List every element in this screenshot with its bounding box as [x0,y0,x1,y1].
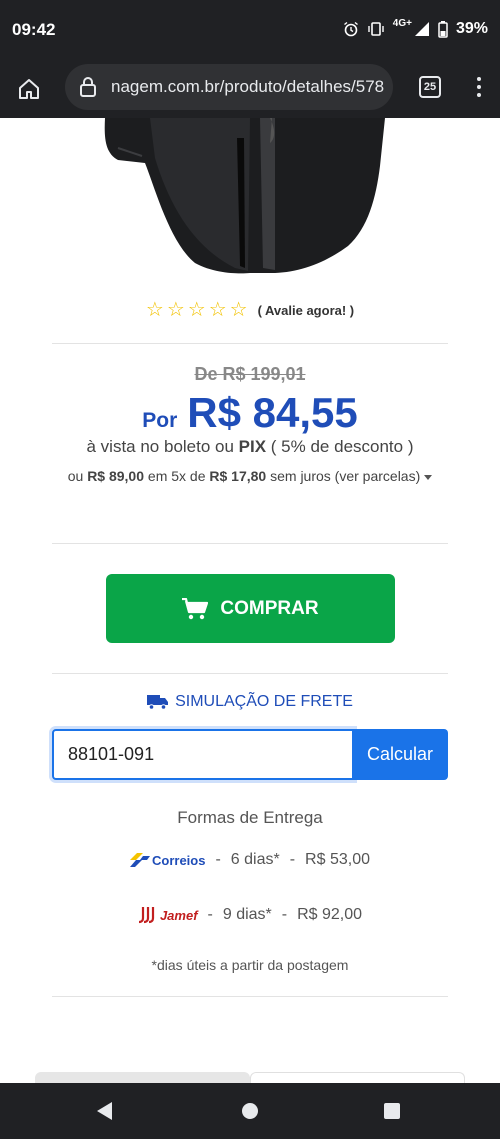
delivery-days: 6 dias* [230,851,280,868]
rate-now-link[interactable]: ( Avalie agora! ) [258,303,355,318]
star-icon[interactable]: ☆ [188,300,206,320]
installments-suffix: sem juros (ver parcelas) [266,468,421,484]
separator: - [281,906,288,923]
installments-info[interactable]: ou R$ 89,00 em 5x de R$ 17,80 sem juros … [0,468,500,484]
browser-toolbar: nagem.com.br/produto/detalhes/578 25 [0,62,500,118]
installment-value: R$ 17,80 [209,468,267,484]
installments-prefix: ou [67,468,88,484]
delivery-option-correios: Correios - 6 dias* - R$ 53,00 [0,851,500,869]
status-icons: 4G+ 39% [343,17,488,38]
delivery-days: 9 dias* [222,906,272,923]
separator: - [215,851,221,868]
back-icon[interactable] [97,1102,112,1120]
menu-icon[interactable] [472,72,486,102]
chevron-down-icon[interactable] [424,474,433,480]
divider [52,343,448,344]
installments-mid: em 5x de [144,468,210,484]
separator: - [289,851,296,868]
divider [52,673,448,674]
star-icon[interactable]: ☆ [167,300,185,320]
buy-button-label: COMPRAR [220,597,319,619]
current-price: Por R$ 84,55 [0,389,500,437]
delivery-price: R$ 53,00 [305,851,370,868]
separator: - [207,906,213,923]
home-icon [19,79,39,99]
correios-icon [130,853,150,867]
price-prefix: Por [142,409,178,432]
delivery-options-heading: Formas de Entrega [177,808,323,827]
buy-button[interactable]: COMPRAR [106,574,395,643]
battery-icon [438,20,448,38]
cart-icon [182,597,209,619]
address-bar[interactable]: nagem.com.br/produto/detalhes/578 [65,64,393,110]
delivery-option-jamef: Jamef - 9 dias* - R$ 92,00 [0,906,500,924]
installments-total: R$ 89,00 [87,468,145,484]
status-bar: 09:42 4G+ 39% [0,0,500,62]
product-image[interactable] [100,118,390,278]
jamef-icon [138,907,155,924]
tab-switcher-button[interactable]: 25 [419,76,441,98]
star-icon[interactable]: ☆ [230,300,248,320]
shipping-title-text: SIMULAÇÃO DE FRETE [175,693,353,710]
star-icon[interactable]: ☆ [146,300,164,320]
zip-form: Calcular [52,729,448,780]
jamef-logo: Jamef [138,906,198,924]
carrier-name: Correios [152,852,206,868]
status-time: 09:42 [12,20,56,39]
delivery-price: R$ 92,00 [297,906,363,923]
network-type: 4G+ [392,17,412,29]
lock-icon [80,77,96,97]
rating: ☆ ☆ ☆ ☆ ☆ ( Avalie agora! ) [0,300,500,320]
alarm-icon [343,21,358,37]
home-button[interactable] [14,74,44,104]
vibrate-icon [368,22,384,36]
calculate-shipping-button[interactable]: Calcular [352,729,448,780]
old-price: De R$ 199,01 [194,364,306,384]
battery-level: 39% [455,20,488,37]
delivery-footnote: *dias úteis a partir da postagem [151,957,349,973]
star-icon[interactable]: ☆ [209,300,227,320]
divider [52,996,448,997]
truck-icon [147,695,169,710]
cash-note-text: à vista no boleto ou [86,437,239,456]
cash-method: PIX [238,437,267,456]
correios-logo: Correios [130,853,205,868]
rating-stars[interactable]: ☆ ☆ ☆ ☆ ☆ [146,300,248,320]
zip-code-input[interactable] [52,729,354,780]
home-circle-icon[interactable] [242,1103,258,1119]
url-text: nagem.com.br/produto/detalhes/578 [111,77,385,96]
price-value: R$ 84,55 [187,389,358,436]
cash-discount-text: ( 5% de desconto ) [266,437,414,456]
carrier-name: Jamef [159,907,198,923]
recents-icon[interactable] [384,1103,400,1119]
cash-payment-note: à vista no boleto ou PIX ( 5% de descont… [0,437,500,457]
divider [52,543,448,544]
signal-icon [414,22,429,36]
system-nav-bar [0,1083,500,1139]
shipping-simulation-title: SIMULAÇÃO DE FRETE [0,693,500,711]
